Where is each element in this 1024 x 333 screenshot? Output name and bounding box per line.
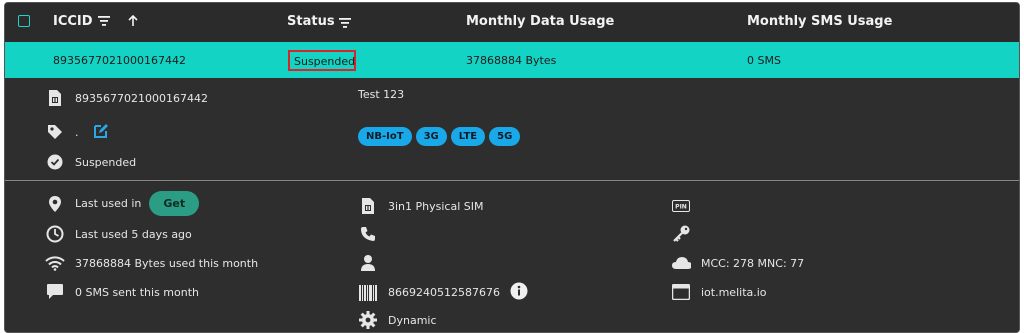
table-row-selected[interactable]: 8935677021000167442 Suspended 37868884 B… — [5, 42, 1019, 78]
row-sms-usage: 0 SMS — [747, 54, 781, 67]
sim-detail-panel: 8935677021000167442 Test 123 . Suspended… — [5, 78, 1019, 181]
row-status: Suspended — [294, 55, 356, 68]
info-icon[interactable] — [510, 282, 528, 303]
filter-icon[interactable] — [339, 18, 351, 28]
badge-3g: 3G — [415, 127, 447, 146]
badge-nb-iot: NB-IoT — [358, 127, 412, 146]
header-status[interactable]: Status — [287, 14, 335, 29]
header-iccid[interactable]: ICCID — [53, 14, 93, 29]
user-icon — [358, 253, 378, 273]
pin: PIN — [671, 196, 701, 216]
tag-icon — [45, 122, 65, 142]
badge-lte: LTE — [450, 127, 486, 146]
header-monthly-data[interactable]: Monthly Data Usage — [466, 14, 614, 29]
clock-icon — [45, 224, 65, 244]
row-data-usage: 37868884 Bytes — [466, 54, 557, 67]
wifi-icon — [45, 253, 65, 273]
detail-status: Suspended — [45, 152, 136, 172]
badge-5g: 5G — [489, 127, 521, 146]
get-location-button[interactable]: Get — [149, 191, 200, 216]
detail-iccid: 8935677021000167442 — [45, 88, 208, 108]
user — [358, 253, 388, 273]
row-iccid: 8935677021000167442 — [53, 54, 186, 67]
sim-table: ICCID Status Monthly Data Usage Monthly … — [4, 2, 1020, 333]
select-all-checkbox[interactable] — [18, 15, 30, 27]
sim-type: 3in1 Physical SIM — [358, 196, 483, 216]
browser-window-icon — [671, 282, 691, 302]
filter-icon[interactable] — [98, 16, 110, 26]
network-operator: MCC: 278 MNC: 77 — [671, 253, 804, 273]
key-icon — [671, 224, 691, 244]
barcode-icon — [358, 283, 378, 303]
gear-icon — [358, 310, 378, 330]
apn: iot.melita.io — [671, 282, 767, 302]
row-status-highlight: Suspended — [288, 50, 356, 71]
sim-info-panel: Last used in Get Last used 5 days ago 37… — [5, 182, 1019, 332]
data-used: 37868884 Bytes used this month — [45, 253, 258, 273]
location-pin-icon — [45, 194, 65, 214]
last-used: Last used 5 days ago — [45, 224, 192, 244]
pin-icon-label: PIN — [675, 204, 687, 211]
check-circle-icon — [45, 152, 65, 172]
chat-bubble-icon — [45, 282, 65, 302]
network-badges: NB-IoT 3G LTE 5G — [358, 124, 524, 146]
edit-icon[interactable] — [93, 123, 109, 142]
pin-code-icon: PIN — [671, 196, 691, 216]
table-header: ICCID Status Monthly Data Usage Monthly … — [5, 3, 1019, 42]
cloud-icon — [671, 253, 691, 273]
phone-icon — [358, 224, 378, 244]
sim-card-icon — [358, 196, 378, 216]
sim-card-icon — [45, 88, 65, 108]
detail-name: Test 123 — [358, 88, 405, 101]
last-used-location: Last used in Get — [45, 191, 200, 216]
imei: 8669240512587676 — [358, 282, 528, 303]
ip-type: Dynamic — [358, 310, 437, 330]
header-monthly-sms[interactable]: Monthly SMS Usage — [747, 14, 892, 29]
phone-number — [358, 224, 388, 244]
sort-ascending-icon[interactable] — [128, 15, 138, 27]
puk — [671, 224, 701, 244]
detail-tag: . — [45, 122, 109, 142]
sms-sent: 0 SMS sent this month — [45, 282, 199, 302]
